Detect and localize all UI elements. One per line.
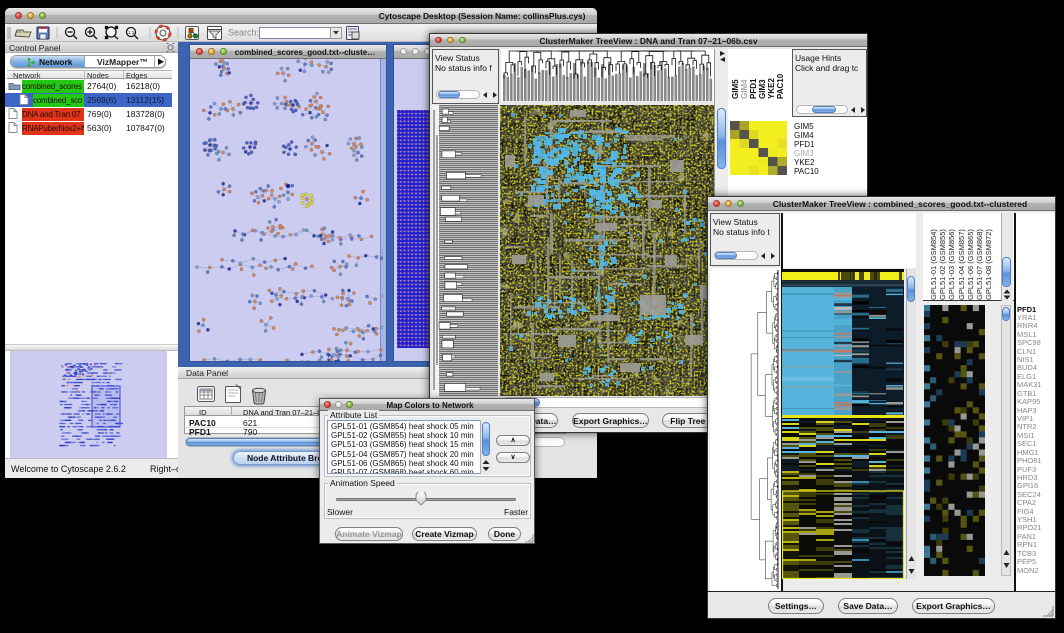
svg-text:Search:: Search:	[228, 28, 259, 38]
svg-text:1:1: 1:1	[128, 30, 135, 35]
